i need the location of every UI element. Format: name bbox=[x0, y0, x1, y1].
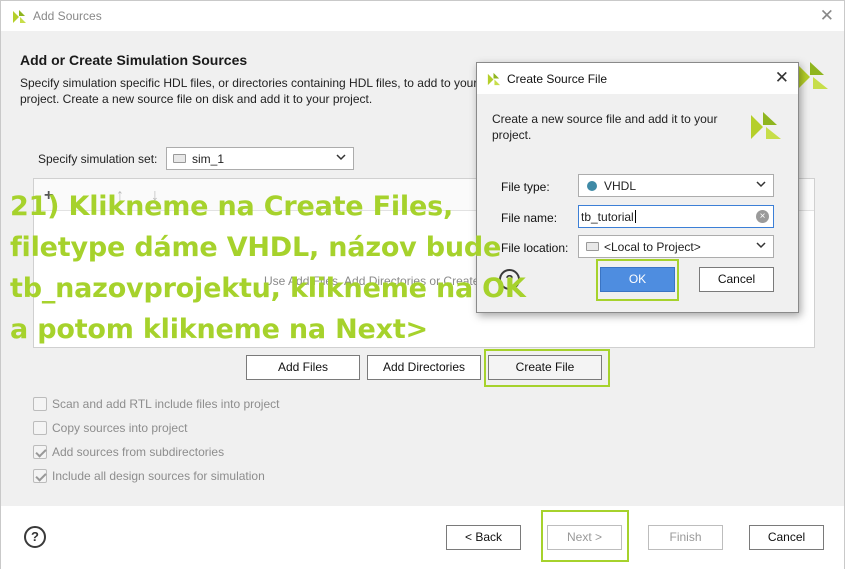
file-location-select[interactable]: <Local to Project> bbox=[578, 235, 774, 258]
file-location-label: File location: bbox=[501, 241, 569, 255]
title-bar: Add Sources ✕ bbox=[1, 1, 844, 31]
dialog-description: Create a new source file and add it to y… bbox=[492, 112, 718, 142]
dialog-cancel-button[interactable]: Cancel bbox=[699, 267, 774, 292]
simulation-set-value: sim_1 bbox=[192, 152, 225, 166]
close-icon[interactable]: ✕ bbox=[820, 6, 834, 26]
vhdl-icon bbox=[587, 181, 597, 191]
next-highlight bbox=[541, 510, 629, 562]
page-heading: Add or Create Simulation Sources bbox=[20, 52, 248, 68]
option-label: Include all design sources for simulatio… bbox=[52, 469, 265, 483]
option-label: Copy sources into project bbox=[52, 421, 188, 435]
create-source-file-dialog: Create Source File ✕ Create a new source… bbox=[476, 62, 799, 313]
move-up-icon[interactable]: ↑ bbox=[116, 187, 124, 205]
simulation-set-label: Specify simulation set: bbox=[38, 152, 158, 166]
close-icon[interactable]: ✕ bbox=[775, 68, 789, 88]
vivado-logo-icon bbox=[798, 62, 828, 89]
page-description: Specify simulation specific HDL files, o… bbox=[20, 76, 478, 106]
file-name-label: File name: bbox=[501, 211, 558, 225]
dialog-title: Create Source File bbox=[507, 72, 608, 86]
file-location-value: <Local to Project> bbox=[604, 240, 701, 254]
file-name-input[interactable]: tb_tutorial × bbox=[578, 205, 774, 228]
help-icon[interactable]: ? bbox=[24, 526, 46, 548]
chevron-down-icon bbox=[336, 154, 346, 161]
file-type-label: File type: bbox=[501, 180, 550, 194]
chevron-down-icon bbox=[756, 242, 766, 249]
add-directories-button[interactable]: Add Directories bbox=[367, 355, 481, 380]
clear-icon[interactable]: × bbox=[756, 210, 769, 223]
finish-button[interactable]: Finish bbox=[648, 525, 723, 550]
checkbox[interactable] bbox=[33, 445, 47, 459]
folder-icon bbox=[586, 242, 599, 251]
checkbox[interactable] bbox=[33, 397, 47, 411]
checkbox[interactable] bbox=[33, 421, 47, 435]
file-type-value: VHDL bbox=[604, 179, 637, 193]
chevron-down-icon bbox=[756, 181, 766, 188]
option-label: Scan and add RTL include files into proj… bbox=[52, 397, 280, 411]
vivado-logo-icon bbox=[487, 72, 501, 86]
file-name-value: tb_tutorial bbox=[581, 210, 634, 224]
simulation-set-select[interactable]: sim_1 bbox=[166, 147, 354, 170]
vivado-logo-icon bbox=[751, 112, 781, 139]
create-file-highlight bbox=[484, 349, 610, 387]
add-icon[interactable]: + bbox=[44, 187, 53, 205]
add-files-button[interactable]: Add Files bbox=[246, 355, 360, 380]
wizard-footer: ? < Back Next > Finish Cancel bbox=[1, 506, 844, 569]
checkbox[interactable] bbox=[33, 469, 47, 483]
help-icon[interactable]: ? bbox=[499, 269, 520, 290]
window-title: Add Sources bbox=[33, 9, 102, 23]
back-button[interactable]: < Back bbox=[446, 525, 521, 550]
dialog-title-bar: Create Source File ✕ bbox=[477, 63, 798, 94]
ok-highlight bbox=[596, 259, 679, 301]
folder-icon bbox=[173, 154, 186, 163]
file-type-select[interactable]: VHDL bbox=[578, 174, 774, 197]
option-label: Add sources from subdirectories bbox=[52, 445, 225, 459]
vivado-logo-icon bbox=[13, 10, 26, 23]
cancel-button[interactable]: Cancel bbox=[749, 525, 824, 550]
move-down-icon[interactable]: ↓ bbox=[151, 187, 159, 205]
